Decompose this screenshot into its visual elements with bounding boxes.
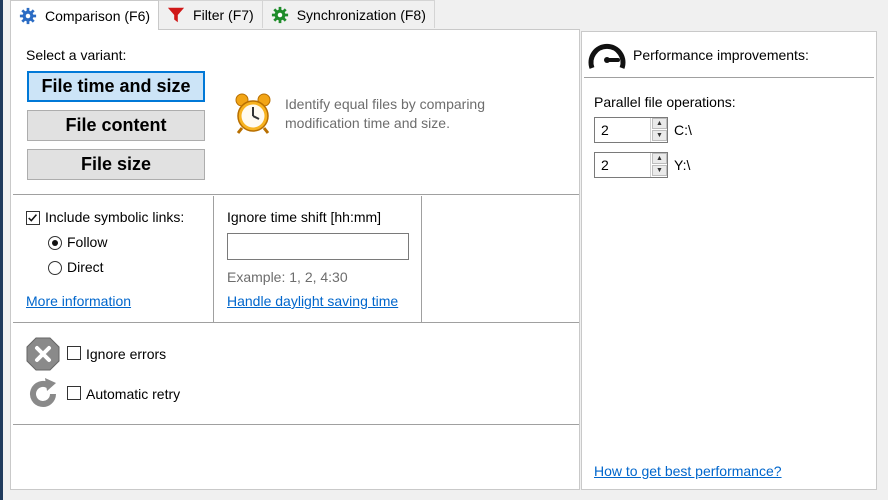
variant-file-time-size-button[interactable]: File time and size <box>27 71 205 102</box>
time-shift-example: Example: 1, 2, 4:30 <box>227 269 348 285</box>
time-shift-label: Ignore time shift [hh:mm] <box>227 209 382 225</box>
include-symlinks-label: Include symbolic links: <box>45 209 185 225</box>
tab-synchronization[interactable]: Synchronization (F8) <box>261 0 435 28</box>
stepper-up-button[interactable]: ▲ <box>652 118 667 129</box>
time-shift-input[interactable] <box>227 233 409 260</box>
parallel-ops-c-value: 2 <box>601 122 609 138</box>
arrow-up-icon: ▲ <box>656 120 663 127</box>
arrow-up-icon: ▲ <box>656 155 663 162</box>
tab-comparison[interactable]: Comparison (F6) <box>10 0 160 30</box>
comparison-panel: Select a variant: File time and size Fil… <box>10 29 580 490</box>
divider <box>13 424 579 425</box>
tab-synchronization-label: Synchronization (F8) <box>296 6 426 23</box>
stepper-up-button[interactable]: ▲ <box>652 153 667 164</box>
symlinks-direct-label: Direct <box>67 259 104 275</box>
daylight-saving-link[interactable]: Handle daylight saving time <box>227 293 398 309</box>
parallel-ops-c-stepper[interactable]: 2 ▲ ▼ <box>594 117 668 143</box>
divider <box>421 196 422 322</box>
divider <box>584 77 874 78</box>
stepper-down-button[interactable]: ▼ <box>652 165 667 176</box>
tab-filter[interactable]: Filter (F7) <box>158 0 263 28</box>
symlinks-follow-radio[interactable] <box>48 236 62 250</box>
more-information-link[interactable]: More information <box>26 293 131 309</box>
tab-filter-label: Filter (F7) <box>193 6 254 23</box>
arrow-down-icon: ▼ <box>656 167 663 174</box>
gear-icon <box>19 7 37 24</box>
variant-description-line1: Identify equal files by comparing <box>285 96 485 112</box>
checkmark-icon <box>28 214 38 222</box>
window-left-edge <box>0 0 3 500</box>
stepper-down-button[interactable]: ▼ <box>652 130 667 141</box>
symlinks-follow-label: Follow <box>67 234 108 250</box>
divider <box>213 196 214 322</box>
symlinks-direct-radio[interactable] <box>48 261 62 275</box>
parallel-ops-y-value: 2 <box>601 157 609 173</box>
speedometer-icon <box>588 44 626 69</box>
error-x-icon <box>26 337 60 371</box>
tab-bar: Comparison (F6) Filter (F7) Synchronizat… <box>10 0 435 30</box>
variant-description-line2: modification time and size. <box>285 115 450 131</box>
ignore-errors-label: Ignore errors <box>86 346 167 362</box>
retry-icon <box>30 378 56 407</box>
arrow-down-icon: ▼ <box>656 132 663 139</box>
parallel-ops-y-stepper[interactable]: 2 ▲ ▼ <box>594 152 668 178</box>
select-variant-heading: Select a variant: <box>26 47 127 63</box>
performance-panel: Performance improvements: Parallel file … <box>581 31 877 490</box>
drive-c-label: C:\ <box>674 122 692 138</box>
divider <box>13 194 579 195</box>
funnel-icon <box>167 7 185 22</box>
best-performance-link[interactable]: How to get best performance? <box>594 463 782 479</box>
tab-comparison-label: Comparison (F6) <box>45 7 151 24</box>
performance-title: Performance improvements: <box>633 47 809 63</box>
variant-file-content-button[interactable]: File content <box>27 110 205 141</box>
variant-file-size-button[interactable]: File size <box>27 149 205 180</box>
automatic-retry-label: Automatic retry <box>86 386 181 402</box>
drive-y-label: Y:\ <box>674 157 691 173</box>
include-symlinks-checkbox[interactable] <box>26 211 40 225</box>
automatic-retry-checkbox[interactable] <box>67 386 81 400</box>
ignore-errors-checkbox[interactable] <box>67 346 81 360</box>
divider <box>13 322 579 323</box>
sync-gear-icon <box>271 6 288 23</box>
alarm-clock-icon <box>235 93 271 134</box>
parallel-operations-label: Parallel file operations: <box>594 94 736 110</box>
